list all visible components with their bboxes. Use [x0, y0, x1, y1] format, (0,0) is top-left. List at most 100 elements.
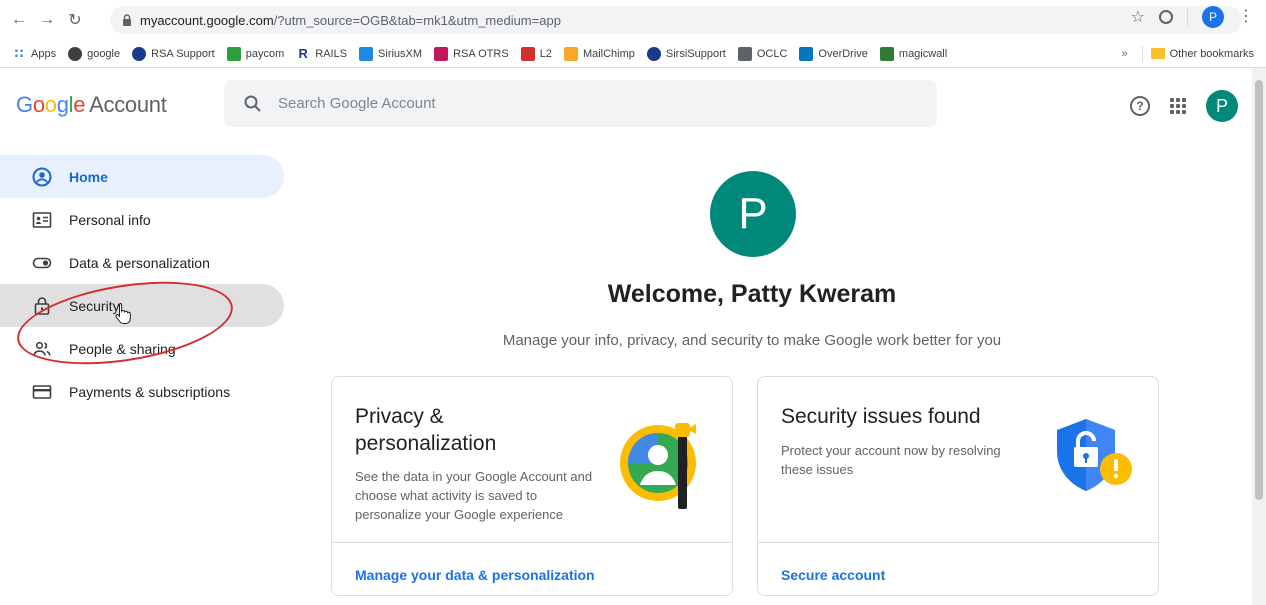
oclc-icon	[737, 46, 752, 61]
padlock-icon	[123, 14, 131, 26]
bookmark-overdrive[interactable]: OverDrive	[799, 46, 868, 61]
url-host: myaccount.google.com	[140, 12, 274, 28]
bookmark-label: MailChimp	[582, 47, 635, 60]
magicwall-icon	[879, 46, 894, 61]
globe-icon	[646, 46, 661, 61]
card-description: See the data in your Google Account and …	[355, 469, 593, 522]
more-menu-icon[interactable]: ⋮	[1238, 9, 1254, 25]
logo-letter: e	[73, 92, 86, 117]
profile-avatar[interactable]: P	[710, 171, 796, 257]
toolbar-actions: ☆ P ⋮	[1131, 6, 1254, 28]
bookmark-l2[interactable]: L2	[520, 46, 552, 61]
folder-icon	[1150, 48, 1165, 59]
bookmark-paycom[interactable]: paycom	[226, 46, 285, 61]
header-actions: ? P	[1130, 90, 1238, 122]
otrs-icon	[434, 46, 449, 61]
security-card[interactable]: Security issues found Protect your accou…	[757, 376, 1159, 596]
lock-icon	[32, 296, 52, 316]
bookmarks-divider	[1141, 45, 1143, 62]
search-icon	[244, 95, 261, 112]
bookmark-apps[interactable]: ∷ Apps	[12, 45, 57, 61]
account-circle-icon	[32, 167, 52, 187]
siriusxm-icon	[359, 46, 374, 61]
privacy-illustration-icon	[620, 423, 696, 509]
hand-cursor-icon	[115, 303, 131, 324]
sidebar-item-label: Security	[69, 297, 120, 314]
google-account-logo[interactable]: Google Account	[16, 92, 167, 118]
account-search-box[interactable]	[224, 80, 937, 127]
bookmark-google[interactable]: google	[68, 46, 121, 61]
logo-letter: g	[56, 92, 69, 117]
google-apps-icon[interactable]	[1170, 98, 1186, 114]
other-bookmarks-folder[interactable]: Other bookmarks	[1150, 47, 1254, 60]
account-sidebar: Home Personal info Data & personalizatio…	[0, 155, 284, 413]
manage-data-link[interactable]: Manage your data & personalization	[355, 567, 595, 583]
card-divider	[758, 542, 1158, 543]
bookmark-oclc[interactable]: OCLC	[737, 46, 788, 61]
bookmark-label: SirsiSupport	[665, 47, 726, 60]
page-scrollbar[interactable]	[1252, 68, 1266, 605]
bookmark-sirsisupport[interactable]: SirsiSupport	[646, 46, 726, 61]
bookmark-rsa-support[interactable]: RSA Support	[132, 46, 215, 61]
overdrive-icon	[799, 46, 814, 61]
help-icon[interactable]: ?	[1130, 96, 1150, 116]
scrollbar-thumb[interactable]	[1255, 80, 1263, 500]
sidebar-item-label: People & sharing	[69, 340, 176, 357]
bookmark-label: RAILS	[315, 47, 348, 60]
card-divider	[332, 542, 732, 543]
bookmark-label: OCLC	[756, 47, 788, 60]
bookmark-rsa-otrs[interactable]: RSA OTRS	[434, 46, 509, 61]
address-bar[interactable]: myaccount.google.com/?utm_source=OGB&tab…	[110, 6, 1242, 34]
bookmarks-overflow-icon[interactable]: »	[1122, 48, 1128, 60]
globe-icon	[132, 46, 147, 61]
privacy-card[interactable]: Privacy & personalization See the data i…	[331, 376, 733, 596]
sidebar-item-payments-subscriptions[interactable]: Payments & subscriptions	[0, 370, 284, 413]
sidebar-item-home[interactable]: Home	[0, 155, 284, 198]
bookmark-label: L2	[539, 47, 552, 60]
bookmark-label: SiriusXM	[378, 47, 423, 60]
mailchimp-icon	[563, 46, 578, 61]
forward-arrow-icon[interactable]: →	[36, 9, 58, 31]
bookmark-label: google	[87, 47, 121, 60]
search-input[interactable]	[278, 95, 878, 112]
sidebar-item-label: Personal info	[69, 211, 151, 228]
logo-account-word: Account	[89, 92, 167, 117]
secure-account-link[interactable]: Secure account	[781, 567, 885, 583]
bookmark-star-icon[interactable]: ☆	[1131, 7, 1145, 27]
account-avatar[interactable]: P	[1206, 90, 1238, 122]
welcome-heading: Welcome, Patty Kweram	[607, 280, 897, 308]
bookmark-label: RSA Support	[151, 47, 215, 60]
toolbar-divider	[1187, 8, 1188, 26]
sidebar-item-security[interactable]: Security	[0, 284, 284, 327]
reload-icon[interactable]: ↻	[64, 9, 86, 31]
sidebar-item-personal-info[interactable]: Personal info	[0, 198, 284, 241]
bookmark-label: magicwall	[898, 47, 948, 60]
bookmarks-bar: ∷ Apps google RSA Support paycom R RAILS Sirius…	[0, 40, 1266, 68]
id-card-icon	[32, 210, 52, 230]
bookmark-siriusxm[interactable]: SiriusXM	[359, 46, 423, 61]
bookmark-label: paycom	[245, 47, 285, 60]
card-title: Privacy & personalization	[355, 405, 497, 455]
bookmark-rails[interactable]: R RAILS	[296, 46, 348, 61]
url-path: /?utm_source=OGB&tab=mk1&utm_medium=app	[273, 12, 561, 28]
bookmark-mailchimp[interactable]: MailChimp	[563, 46, 635, 61]
sidebar-item-data-personalization[interactable]: Data & personalization	[0, 241, 284, 284]
people-icon	[32, 339, 52, 359]
logo-letter: o	[44, 92, 57, 117]
sidebar-item-people-sharing[interactable]: People & sharing	[0, 327, 284, 370]
bookmark-label: Apps	[31, 47, 57, 60]
rails-r-icon: R	[298, 46, 308, 61]
apps-grid-icon: ∷	[14, 45, 24, 61]
browser-profile-avatar[interactable]: P	[1202, 6, 1224, 28]
paycom-icon	[226, 46, 241, 61]
credit-card-icon	[32, 382, 52, 402]
back-arrow-icon[interactable]: ←	[8, 9, 30, 31]
browser-toolbar: ← → ↻ myaccount.google.com/?utm_source=O…	[0, 0, 1266, 40]
sidebar-item-label: Payments & subscriptions	[69, 383, 231, 400]
extension-icon[interactable]	[1159, 10, 1173, 24]
bookmark-magicwall[interactable]: magicwall	[879, 46, 948, 61]
sidebar-item-label: Data & personalization	[69, 254, 210, 271]
other-bookmarks-label: Other bookmarks	[1169, 47, 1254, 60]
bookmark-label: RSA OTRS	[453, 47, 509, 60]
l2-icon	[520, 46, 535, 61]
